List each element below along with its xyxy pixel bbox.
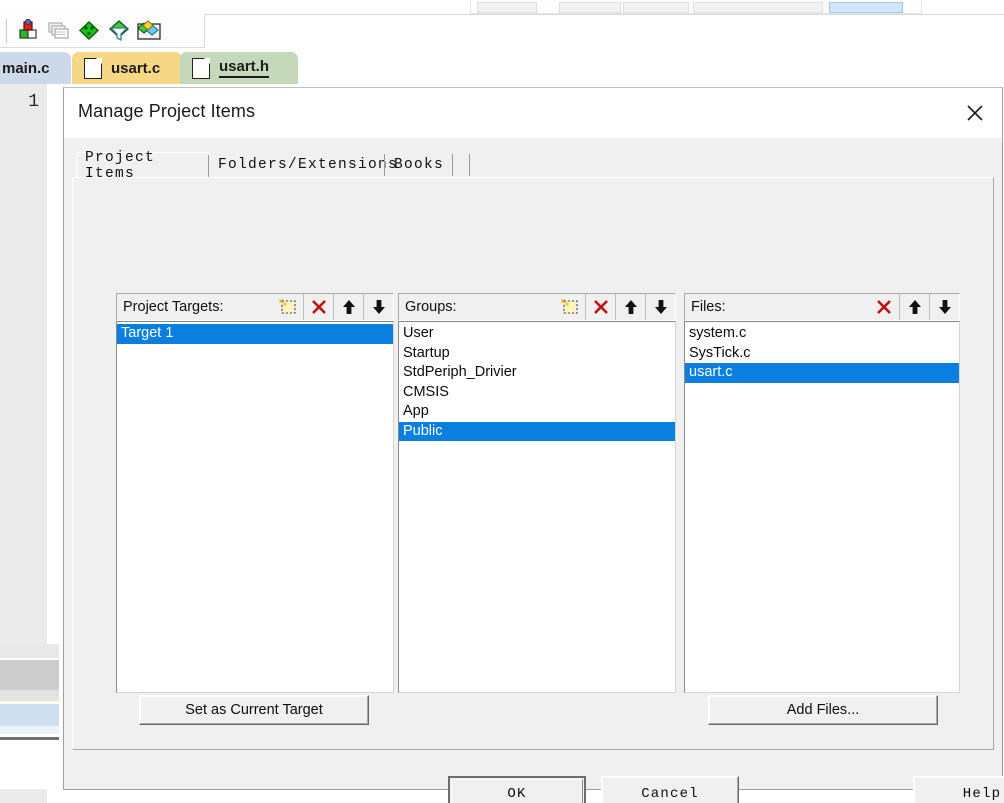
add-files-button[interactable]: Add Files...	[708, 695, 938, 725]
dialog-client-area: Project Items Folders/Extensions Books P…	[64, 138, 1004, 803]
file-icon	[192, 57, 210, 79]
project-targets-toolbar	[273, 294, 393, 320]
delete-icon[interactable]	[303, 294, 333, 320]
tab-page-project-items: Project Targets: Target 1 Groups: User S…	[72, 177, 994, 750]
output-panel-edge	[0, 644, 59, 789]
editor-tabstrip: main.c usart.c usart.h	[0, 48, 1004, 85]
button-label: Help	[962, 786, 1002, 802]
project-targets-list[interactable]: Target 1	[116, 321, 394, 693]
button-label: Cancel	[641, 786, 699, 802]
editor-tab-label: usart.c	[111, 59, 161, 77]
tab-end-divider	[454, 152, 470, 178]
move-down-icon[interactable]	[363, 294, 393, 320]
move-up-icon[interactable]	[899, 294, 929, 320]
dialog-title: Manage Project Items	[78, 101, 256, 121]
editor-tab-usart-c[interactable]: usart.c	[72, 52, 182, 84]
file-icon	[84, 57, 102, 79]
button-label: OK	[507, 786, 527, 802]
toolbar-field-3[interactable]	[623, 2, 689, 13]
files-toolbar	[869, 294, 959, 320]
groups-label: Groups:	[405, 299, 457, 315]
button-label: Add Files...	[786, 702, 860, 718]
new-item-icon[interactable]	[555, 294, 585, 320]
tab-label: Folders/Extensions	[218, 157, 399, 173]
list-item[interactable]: User	[399, 324, 675, 344]
project-targets-label: Project Targets:	[123, 299, 224, 315]
manage-run-time-env-icon[interactable]	[134, 17, 164, 45]
manage-project-items-icon[interactable]	[74, 17, 104, 45]
configuration-wizard-icon[interactable]	[104, 17, 134, 45]
delete-icon[interactable]	[585, 294, 615, 320]
move-up-icon[interactable]	[333, 294, 363, 320]
tab-divider	[208, 155, 209, 177]
editor-tab-label: main.c	[2, 59, 50, 77]
groups-header: Groups:	[398, 293, 676, 321]
files-label: Files:	[691, 299, 726, 315]
help-button[interactable]: Help	[913, 776, 1004, 803]
list-item[interactable]: Public	[399, 421, 675, 441]
button-inner: OK	[451, 779, 583, 803]
toolbar-field-2[interactable]	[559, 2, 621, 13]
tab-project-items[interactable]: Project Items	[76, 150, 209, 182]
ide-top-toolbar-strip	[0, 0, 1004, 15]
tab-divider	[384, 154, 385, 176]
list-item[interactable]: CMSIS	[399, 383, 675, 403]
move-up-icon[interactable]	[615, 294, 645, 320]
list-item[interactable]: usart.c	[685, 363, 959, 383]
toolbar-separator	[6, 18, 7, 43]
ide-toolbar-fields	[470, 0, 922, 14]
tab-divider	[452, 154, 453, 176]
list-item[interactable]: App	[399, 402, 675, 422]
list-item[interactable]: system.c	[685, 324, 959, 344]
tab-divider	[469, 154, 470, 176]
list-item[interactable]: Startup	[399, 344, 675, 364]
dialog-titlebar: Manage Project Items	[64, 88, 1002, 138]
groups-list[interactable]: User Startup StdPeriph_Drivier CMSIS App…	[398, 321, 676, 693]
set-as-current-target-button[interactable]: Set as Current Target	[139, 695, 369, 725]
files-header: Files:	[684, 293, 960, 321]
ide-project-toolbar	[0, 14, 205, 48]
line-number: 1	[28, 92, 39, 112]
toolbar-field-selected[interactable]	[829, 2, 903, 13]
tab-folders-extensions[interactable]: Folders/Extensions	[210, 152, 397, 178]
new-item-icon[interactable]	[273, 294, 303, 320]
button-label: Set as Current Target	[185, 702, 323, 718]
editor-tab-main-c[interactable]: main.c	[0, 52, 71, 84]
cancel-button[interactable]: Cancel	[601, 776, 739, 803]
tab-label: Books	[394, 157, 445, 173]
toolbar-field-4[interactable]	[693, 2, 823, 13]
project-targets-header: Project Targets:	[116, 293, 394, 321]
screen: main.c usart.c usart.h 1 Manage Project …	[0, 0, 1004, 803]
manage-project-items-dialog: Manage Project Items Project Items Folde…	[63, 87, 1004, 803]
ok-button[interactable]: OK	[448, 776, 586, 803]
delete-icon[interactable]	[869, 294, 899, 320]
list-item[interactable]: StdPeriph_Drivier	[399, 363, 675, 383]
editor-tab-usart-h[interactable]: usart.h	[180, 52, 298, 84]
files-list[interactable]: system.c SysTick.c usart.c	[684, 321, 960, 693]
tab-books[interactable]: Books	[386, 152, 453, 178]
close-icon[interactable]	[956, 98, 994, 128]
list-item[interactable]: SysTick.c	[685, 344, 959, 364]
move-down-icon[interactable]	[645, 294, 675, 320]
groups-toolbar	[555, 294, 675, 320]
dialog-footer: OK Cancel Help	[64, 765, 1004, 803]
list-item[interactable]: Target 1	[117, 324, 393, 344]
editor-tab-label: usart.h	[219, 58, 270, 78]
toolbar-field-1[interactable]	[477, 2, 537, 13]
move-down-icon[interactable]	[929, 294, 959, 320]
target-options-icon[interactable]	[14, 17, 44, 45]
manage-windows-icon[interactable]	[44, 17, 74, 45]
